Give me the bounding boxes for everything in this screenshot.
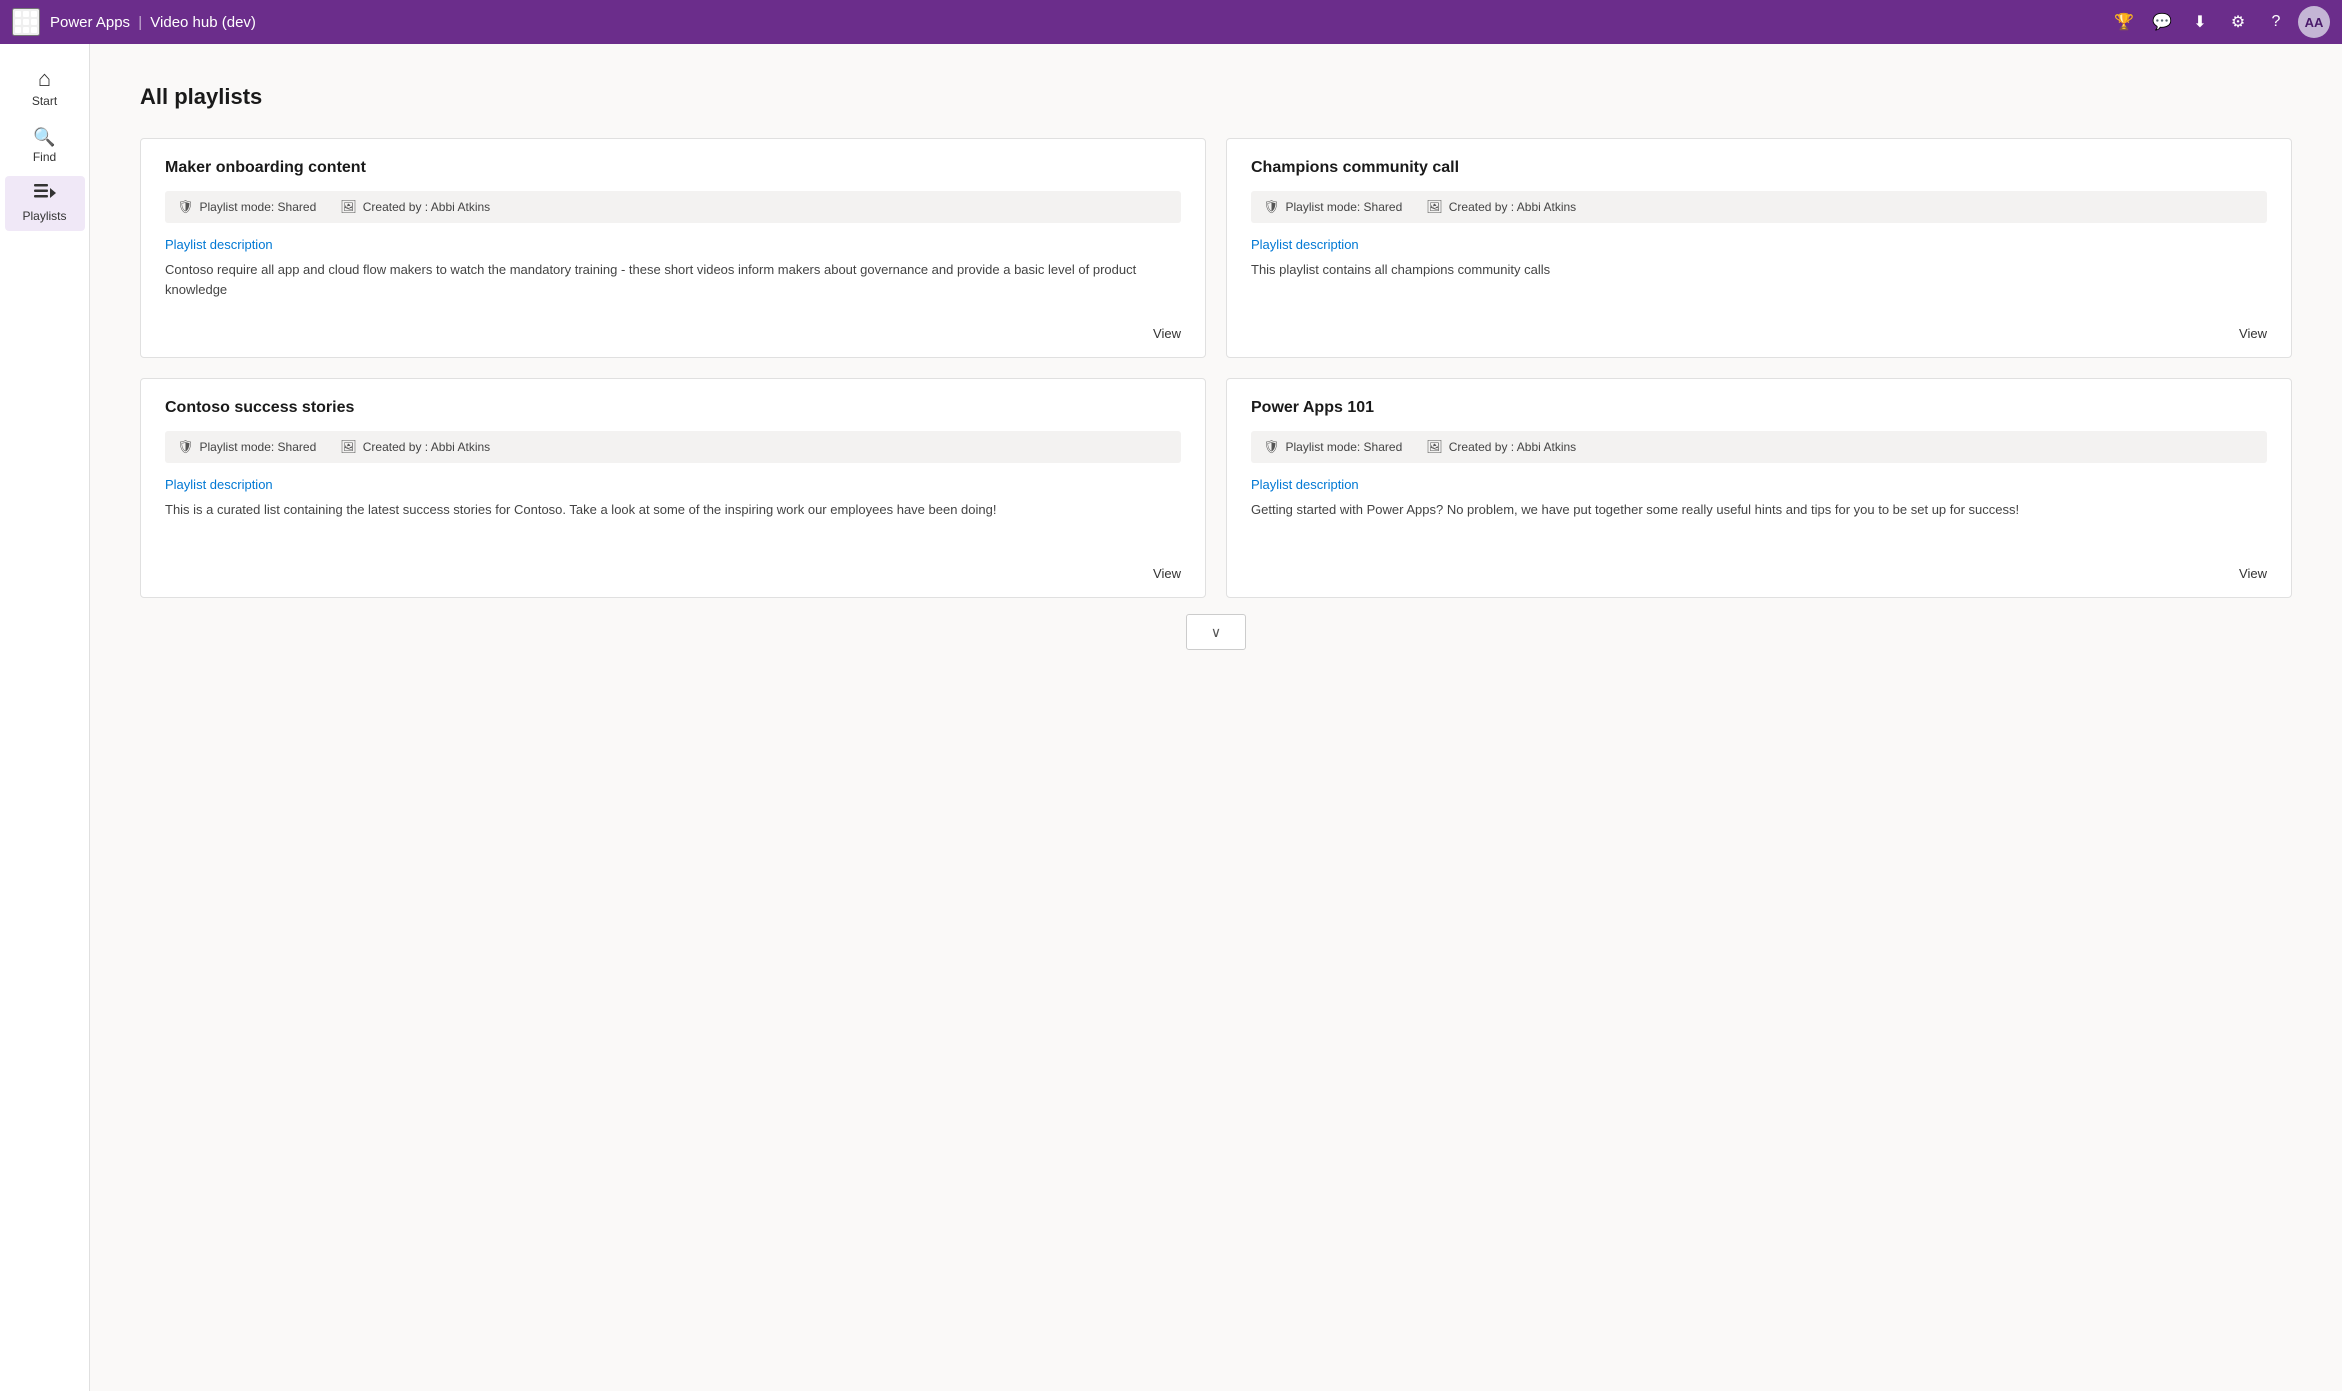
image-icon-2: 🖼: [340, 439, 357, 455]
download-icon: ⬇: [2193, 12, 2206, 32]
playlist-meta-1: 🛡 Playlist mode: Shared 🖼 Created by : A…: [1251, 191, 2267, 223]
playlist-mode-2: 🛡 Playlist mode: Shared: [177, 439, 316, 455]
shield-icon-2: 🛡: [177, 439, 194, 455]
playlist-desc-link-0[interactable]: Playlist description: [165, 237, 1181, 252]
playlist-meta-2: 🛡 Playlist mode: Shared 🖼 Created by : A…: [165, 431, 1181, 463]
playlist-meta-3: 🛡 Playlist mode: Shared 🖼 Created by : A…: [1251, 431, 2267, 463]
playlist-title-2: Contoso success stories: [165, 399, 1181, 417]
badge-icon: 🏆: [2114, 12, 2134, 32]
playlist-card-champions-community: Champions community call 🛡 Playlist mode…: [1226, 138, 2292, 358]
search-icon: 🔍: [33, 128, 55, 146]
playlist-card-maker-onboarding: Maker onboarding content 🛡 Playlist mode…: [140, 138, 1206, 358]
playlist-desc-text-1: This playlist contains all champions com…: [1251, 260, 2267, 314]
playlist-title-0: Maker onboarding content: [165, 159, 1181, 177]
home-icon: ⌂: [38, 68, 51, 90]
waffle-menu-button[interactable]: [12, 8, 40, 36]
topbar-icons: 🏆 💬 ⬇ ⚙ ? AA: [2108, 6, 2330, 38]
playlist-desc-link-1[interactable]: Playlist description: [1251, 237, 2267, 252]
avatar-button[interactable]: AA: [2298, 6, 2330, 38]
chat-icon: 💬: [2152, 12, 2172, 32]
download-icon-button[interactable]: ⬇: [2184, 6, 2216, 38]
playlist-mode-3: 🛡 Playlist mode: Shared: [1263, 439, 1402, 455]
playlist-creator-0: 🖼 Created by : Abbi Atkins: [340, 199, 490, 215]
playlist-view-btn-2[interactable]: View: [1153, 554, 1181, 581]
playlists-icon: [34, 184, 56, 205]
topbar: Power Apps | Video hub (dev) 🏆 💬 ⬇ ⚙ ? A…: [0, 0, 2342, 44]
scroll-btn-container: ∨: [140, 614, 2292, 658]
playlist-desc-text-0: Contoso require all app and cloud flow m…: [165, 260, 1181, 314]
topbar-title: Power Apps | Video hub (dev): [50, 14, 2098, 31]
app-layout: ⌂ Start 🔍 Find Playlists All playlists: [0, 44, 2342, 1391]
playlist-title-3: Power Apps 101: [1251, 399, 2267, 417]
playlist-desc-text-2: This is a curated list containing the la…: [165, 500, 1181, 554]
main-content: All playlists Maker onboarding content 🛡…: [90, 44, 2342, 1391]
playlist-title-1: Champions community call: [1251, 159, 2267, 177]
settings-icon-button[interactable]: ⚙: [2222, 6, 2254, 38]
playlist-creator-2: 🖼 Created by : Abbi Atkins: [340, 439, 490, 455]
sidebar-item-start[interactable]: ⌂ Start: [5, 60, 85, 116]
shield-icon-3: 🛡: [1263, 439, 1280, 455]
playlist-card-power-apps-101: Power Apps 101 🛡 Playlist mode: Shared 🖼…: [1226, 378, 2292, 598]
scroll-down-button[interactable]: ∨: [1186, 614, 1246, 650]
shield-icon-1: 🛡: [1263, 199, 1280, 215]
badge-icon-button[interactable]: 🏆: [2108, 6, 2140, 38]
shield-icon-0: 🛡: [177, 199, 194, 215]
playlist-desc-text-3: Getting started with Power Apps? No prob…: [1251, 500, 2267, 554]
playlist-meta-0: 🛡 Playlist mode: Shared 🖼 Created by : A…: [165, 191, 1181, 223]
playlist-view-btn-3[interactable]: View: [2239, 554, 2267, 581]
playlist-grid: Maker onboarding content 🛡 Playlist mode…: [140, 138, 2292, 598]
sidebar-label-start: Start: [32, 94, 57, 108]
gear-icon: ⚙: [2231, 12, 2245, 32]
chat-icon-button[interactable]: 💬: [2146, 6, 2178, 38]
playlist-mode-0: 🛡 Playlist mode: Shared: [177, 199, 316, 215]
waffle-icon: [15, 11, 37, 33]
help-icon-button[interactable]: ?: [2260, 6, 2292, 38]
playlist-creator-1: 🖼 Created by : Abbi Atkins: [1426, 199, 1576, 215]
page-title: All playlists: [140, 84, 2292, 110]
help-icon: ?: [2272, 13, 2281, 31]
sidebar-item-find[interactable]: 🔍 Find: [5, 120, 85, 172]
chevron-down-icon: ∨: [1211, 624, 1221, 641]
playlist-mode-1: 🛡 Playlist mode: Shared: [1263, 199, 1402, 215]
playlist-desc-link-2[interactable]: Playlist description: [165, 477, 1181, 492]
playlist-view-btn-1[interactable]: View: [2239, 314, 2267, 341]
playlist-desc-link-3[interactable]: Playlist description: [1251, 477, 2267, 492]
sidebar-label-find: Find: [33, 150, 56, 164]
sidebar-label-playlists: Playlists: [22, 209, 66, 223]
playlist-creator-3: 🖼 Created by : Abbi Atkins: [1426, 439, 1576, 455]
playlist-card-contoso-success: Contoso success stories 🛡 Playlist mode:…: [140, 378, 1206, 598]
playlist-view-btn-0[interactable]: View: [1153, 314, 1181, 341]
image-icon-0: 🖼: [340, 199, 357, 215]
sidebar: ⌂ Start 🔍 Find Playlists: [0, 44, 90, 1391]
image-icon-3: 🖼: [1426, 439, 1443, 455]
image-icon-1: 🖼: [1426, 199, 1443, 215]
sidebar-item-playlists[interactable]: Playlists: [5, 176, 85, 231]
